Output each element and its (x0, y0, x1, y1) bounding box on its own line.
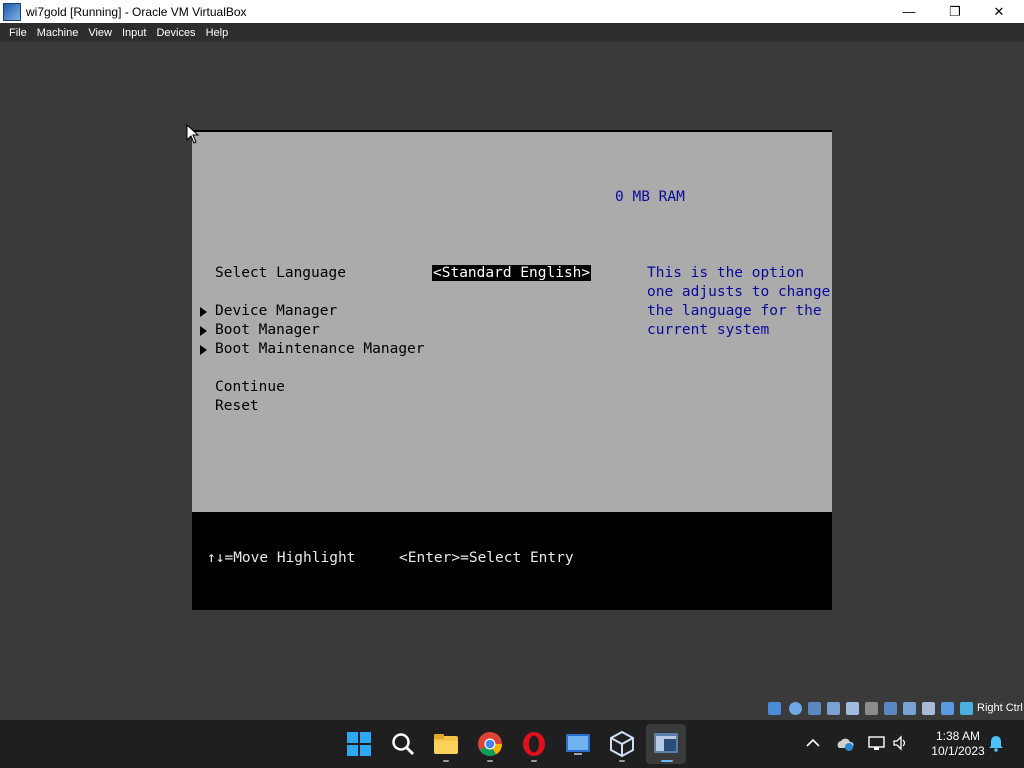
menu-devices[interactable]: Devices (156, 27, 195, 39)
onedrive-icon[interactable] (836, 736, 854, 752)
bios-top-border (192, 130, 832, 132)
volume-icon[interactable] (892, 735, 910, 751)
close-button[interactable]: ✕ (976, 0, 1022, 23)
mouse-pointer-icon (186, 124, 200, 144)
title-bar: wi7gold [Running] - Oracle VM VirtualBox (0, 0, 1024, 23)
device-manager-item[interactable]: Device Manager (215, 303, 337, 319)
mouse-integration-icon[interactable] (941, 702, 954, 715)
submenu-arrow-icon (200, 345, 207, 355)
boot-maintenance-manager-item[interactable]: Boot Maintenance Manager (215, 341, 425, 357)
clock-time: 1:38 AM (935, 729, 981, 743)
language-selector[interactable]: <Standard English> (432, 265, 592, 281)
reset-item[interactable]: Reset (215, 398, 259, 414)
display-icon[interactable] (884, 702, 897, 715)
optical-drive-icon[interactable] (789, 702, 802, 715)
file-explorer-icon[interactable] (433, 731, 459, 757)
keyboard-capture-icon[interactable] (960, 702, 973, 715)
virtualbox-icon (3, 2, 21, 21)
bios-setup-screen: 0 MB RAM Select Language <Standard Engli… (192, 130, 832, 610)
help-line-2: one adjusts to change (647, 284, 831, 300)
select-language-label: Select Language (215, 265, 346, 281)
menu-machine[interactable]: Machine (37, 27, 79, 39)
usb-icon[interactable] (846, 702, 859, 715)
clock-date: 10/1/2023 (931, 744, 985, 758)
maximize-button[interactable]: ❐ (932, 0, 978, 23)
audio-icon[interactable] (808, 702, 821, 715)
minimize-button[interactable]: — (886, 0, 932, 23)
active-indicator (661, 760, 673, 762)
virtualbox-manager-icon[interactable] (609, 731, 635, 757)
continue-item[interactable]: Continue (215, 379, 285, 395)
recording-icon[interactable] (903, 702, 916, 715)
bios-footer: ↑↓=Move Highlight <Enter>=Select Entry (192, 512, 832, 610)
search-icon[interactable] (390, 731, 416, 757)
window-title: wi7gold [Running] - Oracle VM VirtualBox (26, 4, 247, 19)
help-line-3: the language for the (647, 303, 822, 319)
boot-manager-item[interactable]: Boot Manager (215, 322, 320, 338)
submenu-arrow-icon (200, 307, 207, 317)
system-clock[interactable]: 1:38 AM 10/1/2023 (918, 729, 998, 759)
submenu-arrow-icon (200, 326, 207, 336)
chrome-icon[interactable] (477, 731, 503, 757)
running-indicator (487, 760, 493, 762)
host-key-label: Right Ctrl (977, 702, 1023, 714)
windows-start-icon[interactable] (346, 731, 372, 757)
running-indicator (443, 760, 449, 762)
menu-bar: File Machine View Input Devices Help (0, 23, 1024, 42)
chevron-up-icon[interactable] (806, 738, 820, 748)
cpu-icon[interactable] (922, 702, 935, 715)
remote-desktop-icon[interactable] (565, 731, 591, 757)
menu-input[interactable]: Input (122, 27, 146, 39)
footer-select-entry: <Enter>=Select Entry (399, 550, 574, 566)
running-indicator (531, 760, 537, 762)
shared-folders-icon[interactable] (865, 702, 878, 715)
ram-info: 0 MB RAM (615, 189, 685, 205)
notification-bell-icon[interactable] (988, 735, 1004, 752)
network-status-icon[interactable] (868, 735, 886, 751)
menu-view[interactable]: View (88, 27, 112, 39)
help-line-4: current system (647, 322, 770, 338)
help-line-1: This is the option (647, 265, 805, 281)
opera-icon[interactable] (521, 731, 547, 757)
footer-move-highlight: ↑↓=Move Highlight (207, 550, 356, 566)
hard-disk-icon[interactable] (768, 702, 781, 715)
menu-file[interactable]: File (9, 27, 27, 39)
menu-help[interactable]: Help (206, 27, 229, 39)
vm-window-icon[interactable] (653, 731, 679, 757)
running-indicator (619, 760, 625, 762)
network-icon[interactable] (827, 702, 840, 715)
